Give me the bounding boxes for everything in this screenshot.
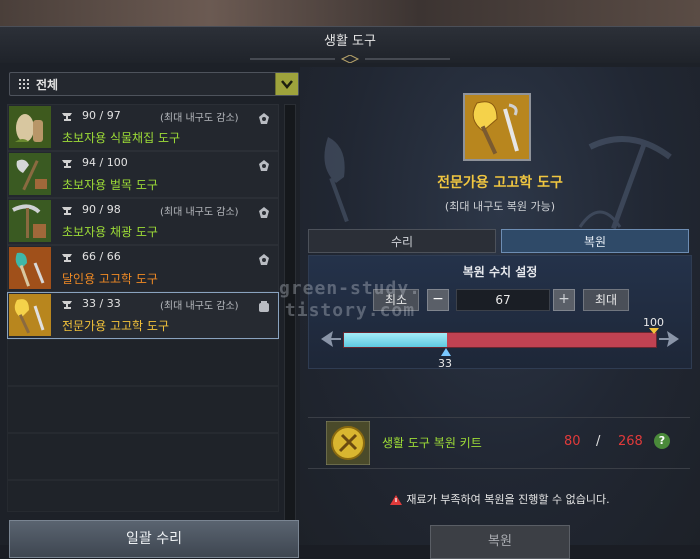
slider-handle-icon[interactable]	[441, 348, 451, 356]
material-required: 268	[618, 434, 643, 449]
selected-tool-name: 전문가용 고고학 도구	[437, 175, 563, 191]
grid-icon	[19, 79, 29, 89]
max-button[interactable]: 최대	[583, 289, 629, 311]
window-title: 생활 도구	[324, 34, 376, 49]
tool-row-archaeology-master[interactable]: 66 / 66 달인용 고고학 도구	[7, 245, 279, 292]
selected-tool-icon	[463, 93, 531, 161]
tool-name: 전문가용 고고학 도구	[62, 319, 169, 333]
restore-amount-input[interactable]: 67	[456, 289, 550, 311]
repair-status-icon	[259, 207, 269, 218]
anvil-icon	[62, 207, 72, 215]
mining-pickaxe-icon	[9, 200, 51, 242]
material-name: 생활 도구 복원 키트	[382, 436, 482, 450]
tool-durability: 94 / 100	[82, 156, 128, 169]
title-ornament-icon	[250, 55, 450, 63]
repair-status-icon	[259, 254, 269, 265]
slider-current-label: 33	[438, 357, 452, 370]
tool-row-logging[interactable]: 94 / 100 초보자용 벌목 도구	[7, 151, 279, 198]
tool-durability-note: (최대 내구도 감소)	[160, 207, 239, 218]
tool-durability-note: (최대 내구도 감소)	[160, 113, 239, 124]
tool-name: 초보자용 채광 도구	[62, 225, 158, 239]
watermark-line1: green-study.	[278, 278, 422, 299]
tool-name: 달인용 고고학 도구	[62, 272, 158, 286]
warning-message: 재료가 부족하여 복원을 진행할 수 없습니다.	[300, 491, 700, 507]
restore-kit-icon	[326, 421, 370, 465]
tool-name: 초보자용 벌목 도구	[62, 178, 158, 192]
logging-axe-icon	[9, 153, 51, 195]
dropdown-toggle[interactable]	[275, 73, 298, 95]
tool-name: 초보자용 식물채집 도구	[62, 131, 181, 145]
material-separator: /	[596, 434, 601, 449]
herbalism-tool-icon	[9, 106, 51, 148]
filter-label: 전체	[36, 78, 59, 92]
empty-slot	[7, 480, 279, 512]
archaeology-shovel-icon	[9, 247, 51, 289]
list-scrollbar[interactable]	[284, 104, 296, 544]
tool-durability-note: (최대 내구도 감소)	[160, 301, 239, 312]
slider-fill	[344, 333, 447, 347]
tool-durability: 66 / 66	[82, 250, 121, 263]
warning-icon	[390, 495, 403, 505]
arrow-left-icon	[321, 331, 341, 347]
increment-button[interactable]: +	[553, 289, 575, 311]
background-scene	[0, 0, 700, 28]
tool-durability: 90 / 98	[82, 203, 121, 216]
watermark-line2: tistory.com	[284, 300, 416, 321]
watermark: green-study. tistory.com	[265, 278, 435, 322]
anvil-icon	[62, 301, 72, 309]
tab-repair[interactable]: 수리	[308, 229, 496, 253]
repair-status-icon	[259, 160, 269, 171]
chevron-down-icon	[281, 80, 293, 89]
material-owned: 80	[564, 434, 581, 449]
tool-list: 90 / 97 (최대 내구도 감소) 초보자용 식물채집 도구 94 / 10…	[7, 104, 279, 542]
anvil-icon	[62, 113, 72, 121]
tool-row-archaeology-expert[interactable]: 33 / 33 (최대 내구도 감소) 전문가용 고고학 도구	[7, 292, 279, 339]
restore-button[interactable]: 복원	[430, 525, 570, 559]
max-marker-icon	[649, 328, 659, 334]
tool-list-panel: 전체 90 / 97 (최대 내구도 감소) 초보자용 식물채집 도구 94 /…	[0, 67, 300, 558]
empty-slot	[7, 433, 279, 480]
tool-row-herbalism[interactable]: 90 / 97 (최대 내구도 감소) 초보자용 식물채집 도구	[7, 104, 279, 151]
empty-slot	[7, 339, 279, 386]
warning-text: 재료가 부족하여 복원을 진행할 수 없습니다.	[406, 493, 610, 506]
restore-slider[interactable]	[343, 332, 657, 348]
empty-slot	[7, 386, 279, 433]
anvil-icon	[62, 160, 72, 168]
category-filter-dropdown[interactable]: 전체	[9, 72, 299, 96]
anvil-icon	[62, 254, 72, 262]
life-tools-window: 생활 도구 전체 90 / 97 (최대 내구도 감소) 초보자용 식물채집 도…	[0, 26, 700, 559]
repair-status-icon	[259, 113, 269, 124]
archaeology-shovel-gold-icon	[9, 294, 51, 336]
help-icon[interactable]: ?	[654, 433, 670, 449]
tab-restore[interactable]: 복원	[501, 229, 689, 253]
selected-tool-subtitle: (최대 내구도 복원 가능)	[444, 200, 556, 213]
batch-repair-button[interactable]: 일괄 수리	[9, 520, 299, 558]
tool-row-mining[interactable]: 90 / 98 (최대 내구도 감소) 초보자용 채광 도구	[7, 198, 279, 245]
tool-durability: 90 / 97	[82, 109, 121, 122]
tool-durability: 33 / 33	[82, 297, 121, 310]
arrow-right-icon	[659, 331, 679, 347]
window-title-bar: 생활 도구	[0, 27, 700, 63]
archaeology-shovel-gold-icon	[465, 95, 529, 159]
material-row: 생활 도구 복원 키트 80 / 268 ?	[308, 417, 690, 469]
